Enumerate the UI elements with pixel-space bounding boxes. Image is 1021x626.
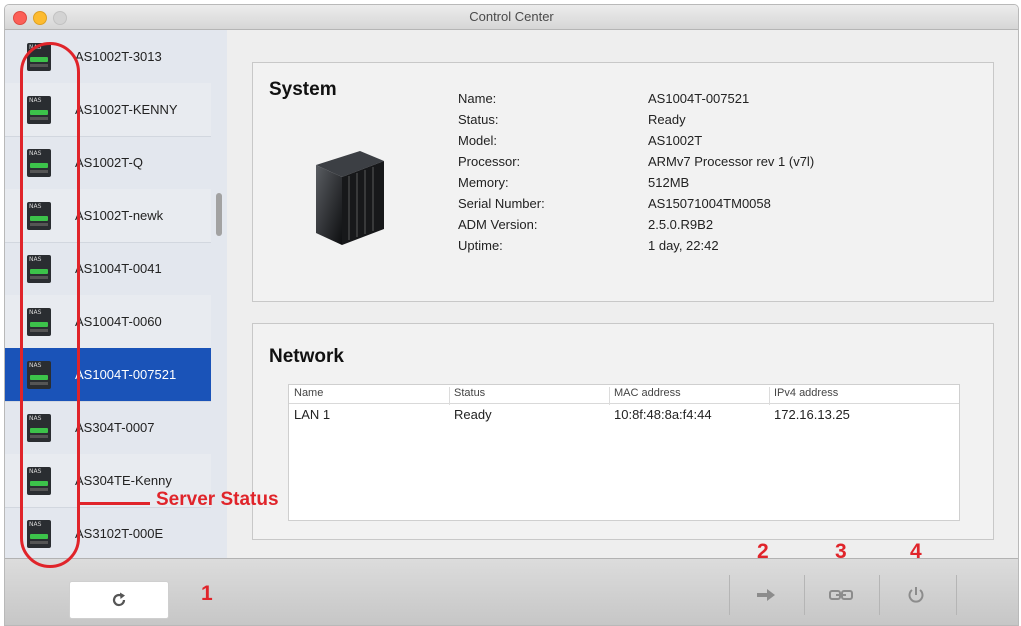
server-list-item[interactable]: NAS AS3102T-000E bbox=[5, 507, 211, 558]
info-value: 512MB bbox=[648, 175, 690, 190]
close-window-button[interactable] bbox=[13, 11, 27, 25]
nas-status-icon: NAS bbox=[27, 148, 51, 177]
nas-icon-label: NAS bbox=[29, 255, 42, 263]
maximize-window-button[interactable] bbox=[53, 11, 67, 25]
nas-icon-label: NAS bbox=[29, 361, 42, 369]
nas-icon-label: NAS bbox=[29, 96, 42, 104]
window-title: Control Center bbox=[469, 9, 554, 24]
column-header-ipv4[interactable]: IPv4 address bbox=[774, 387, 838, 399]
info-label: Serial Number: bbox=[458, 196, 545, 211]
nas-status-icon: NAS bbox=[27, 307, 51, 336]
server-list-item[interactable]: NAS AS1002T-newk bbox=[5, 189, 211, 243]
cell-status: Ready bbox=[454, 407, 492, 422]
server-name: AS1004T-0041 bbox=[75, 261, 162, 276]
annotation-number-4: 4 bbox=[910, 540, 922, 563]
info-label: Uptime: bbox=[458, 238, 503, 253]
info-label: Processor: bbox=[458, 154, 521, 169]
minimize-window-button[interactable] bbox=[33, 11, 47, 25]
info-label: Model: bbox=[458, 133, 498, 148]
arrow-right-icon bbox=[757, 589, 775, 601]
callout-line bbox=[80, 502, 150, 505]
info-value: 2.5.0.R9B2 bbox=[648, 217, 714, 232]
info-value: ARMv7 Processor rev 1 (v7l) bbox=[648, 154, 815, 169]
server-list-item[interactable]: NAS AS1004T-0041 bbox=[5, 242, 211, 296]
server-list-item[interactable]: NAS AS304T-0007 bbox=[5, 401, 211, 455]
server-list-item[interactable]: NAS AS1002T-Q bbox=[5, 136, 211, 190]
info-label: Status: bbox=[458, 112, 499, 127]
annotation-number-1: 1 bbox=[201, 582, 213, 605]
server-name: AS1004T-0060 bbox=[75, 314, 162, 329]
server-list-item[interactable]: NAS AS1002T-KENNY bbox=[5, 83, 211, 137]
nas-device-image bbox=[316, 151, 384, 245]
server-list[interactable]: NAS AS1002T-3013 NAS AS1002T-KENNY NAS A… bbox=[5, 30, 227, 558]
info-label: Memory: bbox=[458, 175, 509, 190]
info-value: AS15071004TM0058 bbox=[648, 196, 771, 211]
title-bar: Control Center bbox=[5, 5, 1018, 30]
server-name: AS3102T-000E bbox=[75, 526, 164, 541]
network-panel: Network Name Status MAC address IPv4 add… bbox=[252, 323, 994, 540]
network-title: Network bbox=[269, 346, 344, 367]
link-icon bbox=[829, 590, 853, 600]
refresh-button[interactable] bbox=[69, 581, 169, 619]
nas-status-icon: NAS bbox=[27, 360, 51, 389]
info-label: ADM Version: bbox=[458, 217, 538, 232]
nas-status-icon: NAS bbox=[27, 254, 51, 283]
column-header-mac[interactable]: MAC address bbox=[614, 387, 681, 399]
server-name: AS1002T-newk bbox=[75, 208, 164, 223]
nas-icon-label: NAS bbox=[29, 43, 42, 51]
sidebar-scrollbar[interactable] bbox=[216, 193, 222, 236]
cell-name: LAN 1 bbox=[294, 407, 331, 422]
nas-status-icon: NAS bbox=[27, 201, 51, 230]
nas-status-icon: NAS bbox=[27, 466, 51, 495]
nas-icon-label: NAS bbox=[29, 308, 42, 316]
nas-icon-label: NAS bbox=[29, 414, 42, 422]
server-name: AS304T-0007 bbox=[75, 420, 155, 435]
nas-icon-label: NAS bbox=[29, 467, 42, 475]
column-header-status[interactable]: Status bbox=[454, 387, 485, 399]
system-title: System bbox=[269, 79, 337, 100]
system-panel: System Name: AS1004T-007521 Status: Read… bbox=[252, 62, 994, 302]
nas-status-icon: NAS bbox=[27, 42, 51, 71]
server-list-item-selected[interactable]: NAS AS1004T-007521 bbox=[5, 348, 211, 402]
refresh-icon bbox=[112, 592, 126, 607]
info-value: AS1004T-007521 bbox=[648, 91, 750, 106]
cell-ipv4: 172.16.13.25 bbox=[774, 407, 850, 422]
column-header-name[interactable]: Name bbox=[294, 387, 323, 399]
nas-status-icon: NAS bbox=[27, 413, 51, 442]
connect-button[interactable] bbox=[730, 575, 802, 615]
server-name: AS1004T-007521 bbox=[75, 367, 177, 382]
server-name: AS304TE-Kenny bbox=[75, 473, 172, 488]
cell-mac: 10:8f:48:8a:f4:44 bbox=[614, 407, 712, 422]
nas-status-icon: NAS bbox=[27, 519, 51, 548]
info-value: Ready bbox=[648, 112, 686, 127]
table-row[interactable]: LAN 1 Ready 10:8f:48:8a:f4:44 172.16.13.… bbox=[289, 405, 959, 425]
info-value: AS1002T bbox=[648, 133, 703, 148]
server-list-item[interactable]: NAS AS1004T-0060 bbox=[5, 295, 211, 349]
annotation-number-2: 2 bbox=[757, 540, 769, 563]
server-name: AS1002T-3013 bbox=[75, 49, 162, 64]
annotation-number-3: 3 bbox=[835, 540, 847, 563]
server-name: AS1002T-Q bbox=[75, 155, 143, 170]
server-name: AS1002T-KENNY bbox=[75, 102, 178, 117]
bottom-toolbar bbox=[5, 558, 1018, 625]
network-table[interactable]: Name Status MAC address IPv4 address LAN… bbox=[288, 384, 960, 521]
table-header: Name Status MAC address IPv4 address bbox=[289, 385, 959, 405]
nas-status-icon: NAS bbox=[27, 95, 51, 124]
nas-icon-label: NAS bbox=[29, 149, 42, 157]
map-network-drive-button[interactable] bbox=[805, 575, 877, 615]
server-status-callout: Server Status bbox=[156, 489, 279, 510]
info-label: Name: bbox=[458, 91, 497, 106]
power-button[interactable] bbox=[880, 575, 952, 615]
info-value: 1 day, 22:42 bbox=[648, 238, 719, 253]
control-center-window: Control Center NAS AS1002T-3013 NAS AS10… bbox=[4, 4, 1019, 626]
nas-icon-label: NAS bbox=[29, 202, 42, 210]
server-details: System Name: AS1004T-007521 Status: Read… bbox=[227, 30, 1018, 558]
server-list-item[interactable]: NAS AS1002T-3013 bbox=[5, 30, 211, 84]
nas-icon-label: NAS bbox=[29, 520, 42, 528]
power-icon bbox=[908, 587, 924, 603]
